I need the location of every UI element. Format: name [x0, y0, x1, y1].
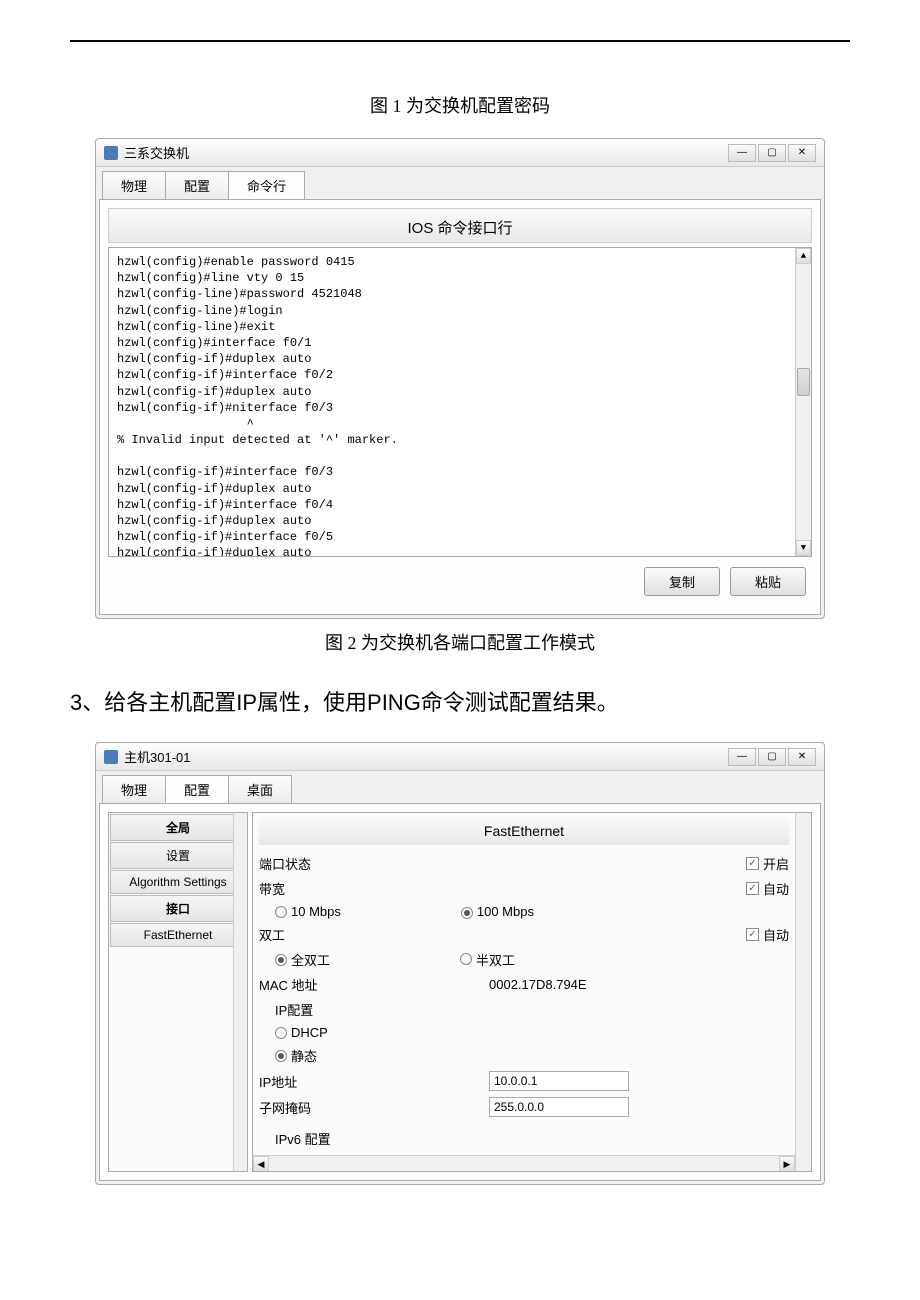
minimize-button[interactable]: — — [728, 748, 756, 766]
section-3-heading: 3、给各主机配置IP属性，使用PING命令测试配置结果。 — [70, 685, 850, 717]
subnet-mask-input[interactable]: 255.0.0.0 — [489, 1097, 629, 1117]
sidebar-interface[interactable]: 接口 — [110, 895, 246, 922]
ios-header: IOS 命令接口行 — [108, 208, 812, 243]
radio-10mbps[interactable] — [275, 906, 287, 918]
app-icon — [104, 146, 118, 160]
vertical-scrollbar[interactable] — [795, 248, 811, 556]
ip-config-label: IP配置 — [275, 1000, 313, 1019]
radio-full-duplex[interactable] — [275, 954, 287, 966]
copy-button[interactable]: 复制 — [644, 567, 720, 596]
window-switch: 三系交换机 — ▢ ✕ 物理 配置 命令行 IOS 命令接口行 hzwl(con… — [95, 138, 825, 619]
app-icon — [104, 750, 118, 764]
tab-cli[interactable]: 命令行 — [228, 171, 305, 199]
maximize-button[interactable]: ▢ — [758, 748, 786, 766]
close-button[interactable]: ✕ — [788, 144, 816, 162]
ip-address-input[interactable]: 10.0.0.1 — [489, 1071, 629, 1091]
radio-dhcp[interactable] — [275, 1027, 287, 1039]
tabs: 物理 配置 命令行 — [102, 167, 824, 199]
tab-config[interactable]: 配置 — [165, 171, 229, 199]
tab-physical-2[interactable]: 物理 — [102, 775, 166, 803]
sidebar: 全局 设置 Algorithm Settings 接口 FastEthernet — [108, 812, 248, 1172]
title-bar: 三系交换机 — ▢ ✕ — [96, 139, 824, 167]
radio-static[interactable] — [275, 1050, 287, 1062]
duplex-label: 双工 — [259, 925, 379, 944]
maximize-button[interactable]: ▢ — [758, 144, 786, 162]
tabs-2: 物理 配置 桌面 — [102, 771, 824, 803]
radio-half-duplex[interactable] — [460, 953, 472, 965]
port-status-checkbox[interactable]: ✓ — [746, 857, 759, 870]
figure-2-caption: 图 2 为交换机各端口配置工作模式 — [70, 629, 850, 655]
ip-address-label: IP地址 — [259, 1072, 379, 1091]
tab-content: IOS 命令接口行 hzwl(config)#enable password 0… — [99, 199, 821, 615]
bandwidth-label: 带宽 — [259, 879, 379, 898]
title-bar-2: 主机301-01 — ▢ ✕ — [96, 743, 824, 771]
sidebar-algorithm[interactable]: Algorithm Settings — [110, 870, 246, 894]
window-title-2: 主机301-01 — [124, 747, 728, 766]
window-title: 三系交换机 — [124, 143, 728, 162]
figure-1-caption: 图 1 为交换机配置密码 — [70, 92, 850, 118]
panel-vertical-scrollbar[interactable] — [795, 813, 811, 1171]
tab-content-2: 全局 设置 Algorithm Settings 接口 FastEthernet… — [99, 803, 821, 1181]
mac-value: 0002.17D8.794E — [489, 977, 587, 992]
tab-config-2[interactable]: 配置 — [165, 775, 229, 803]
panel-title: FastEthernet — [259, 817, 789, 845]
port-status-label: 端口状态 — [259, 854, 379, 873]
sidebar-fastethernet[interactable]: FastEthernet — [110, 923, 246, 947]
close-button[interactable]: ✕ — [788, 748, 816, 766]
terminal-output[interactable]: hzwl(config)#enable password 0415 hzwl(c… — [108, 247, 812, 557]
mac-label: MAC 地址 — [259, 975, 379, 994]
sidebar-scrollbar[interactable] — [233, 813, 247, 1171]
minimize-button[interactable]: — — [728, 144, 756, 162]
duplex-auto-checkbox[interactable]: ✓ — [746, 928, 759, 941]
sidebar-settings[interactable]: 设置 — [110, 842, 246, 869]
radio-100mbps[interactable] — [461, 907, 473, 919]
bandwidth-auto-checkbox[interactable]: ✓ — [746, 882, 759, 895]
paste-button[interactable]: 粘贴 — [730, 567, 806, 596]
panel-horizontal-scrollbar[interactable] — [253, 1155, 795, 1171]
main-panel: FastEthernet 端口状态 ✓开启 带宽 ✓自动 10 Mbps 100… — [252, 812, 812, 1172]
subnet-mask-label: 子网掩码 — [259, 1098, 379, 1117]
tab-physical[interactable]: 物理 — [102, 171, 166, 199]
ipv6-config-label: IPv6 配置 — [275, 1129, 331, 1148]
sidebar-global[interactable]: 全局 — [110, 814, 246, 841]
tab-desktop[interactable]: 桌面 — [228, 775, 292, 803]
window-host: 主机301-01 — ▢ ✕ 物理 配置 桌面 全局 设置 Algorithm … — [95, 742, 825, 1185]
